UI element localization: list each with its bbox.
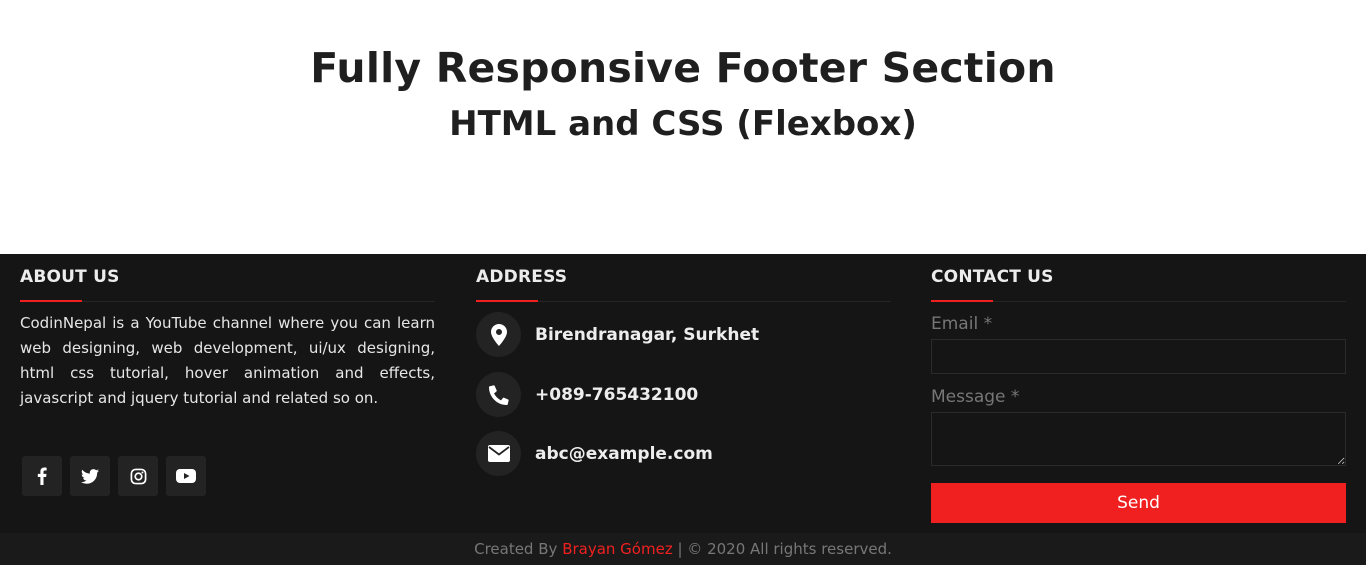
phone-icon [476, 372, 521, 417]
hero-section: Fully Responsive Footer Section HTML and… [0, 0, 1366, 254]
contact-divider [931, 301, 1346, 302]
page-subtitle: HTML and CSS (Flexbox) [449, 104, 917, 144]
about-text: CodinNepal is a YouTube channel where yo… [20, 314, 435, 407]
email-label: Email * [931, 314, 993, 334]
page-title: Fully Responsive Footer Section [310, 44, 1056, 92]
message-field[interactable] [931, 412, 1346, 466]
instagram-icon [130, 468, 146, 484]
social-links [22, 456, 206, 496]
facebook-link[interactable] [22, 456, 62, 496]
copyright-prefix: Created By [474, 540, 558, 558]
address-title: ADDRESS [476, 267, 568, 287]
author-link[interactable]: Brayan Gómez [562, 540, 673, 558]
facebook-icon [37, 467, 47, 485]
address-phone-row: +089-765432100 [476, 372, 698, 417]
copyright-suffix: | © 2020 All rights reserved. [677, 540, 892, 558]
contact-title: CONTACT US [931, 267, 1054, 287]
twitter-link[interactable] [70, 456, 110, 496]
address-divider-accent [476, 300, 538, 302]
twitter-icon [81, 468, 99, 484]
address-location-row: Birendranagar, Surkhet [476, 312, 759, 357]
send-button[interactable]: Send [931, 483, 1346, 523]
address-email-row: abc@example.com [476, 431, 713, 476]
youtube-link[interactable] [166, 456, 206, 496]
address-phone: +089-765432100 [535, 384, 699, 405]
contact-divider-accent [931, 300, 993, 302]
about-divider-accent [20, 300, 82, 302]
map-marker-icon [476, 312, 521, 357]
about-divider [20, 301, 435, 302]
youtube-icon [176, 469, 196, 483]
address-divider [476, 301, 891, 302]
address-location: Birendranagar, Surkhet [535, 324, 760, 345]
message-label: Message * [931, 387, 1020, 407]
footer: ABOUT US CodinNepal is a YouTube channel… [0, 254, 1366, 565]
instagram-link[interactable] [118, 456, 158, 496]
email-field[interactable] [931, 339, 1346, 374]
address-email: abc@example.com [535, 443, 713, 464]
envelope-icon [476, 431, 521, 476]
copyright-bar: Created By Brayan Gómez | © 2020 All rig… [0, 533, 1366, 565]
about-title: ABOUT US [20, 267, 120, 287]
